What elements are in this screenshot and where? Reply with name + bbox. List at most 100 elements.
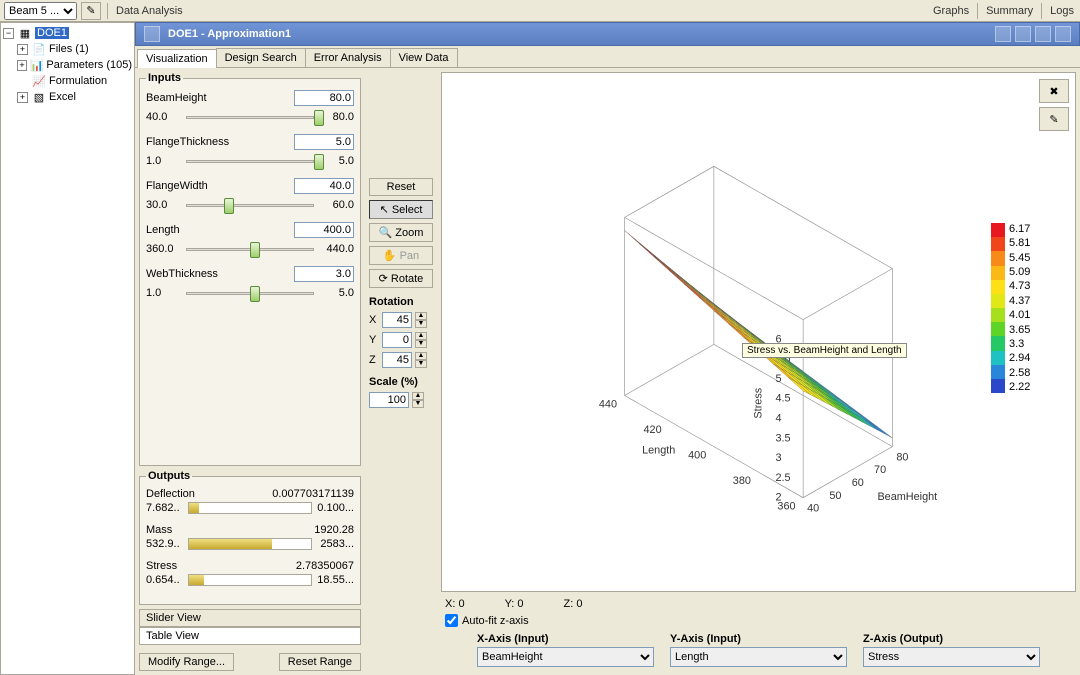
zoom-button[interactable]: 🔍Zoom — [369, 223, 433, 242]
plot-column: ✖ ✎ Stress vs. BeamHeight and Length 22.… — [437, 68, 1080, 675]
tb-logs[interactable]: Logs — [1048, 5, 1076, 17]
tool-icon-2[interactable] — [1015, 26, 1031, 42]
svg-text:360: 360 — [777, 501, 795, 513]
tree-root[interactable]: − ▦ DOE1 — [3, 25, 132, 41]
view-tabs: Slider View Table View — [139, 609, 361, 645]
x-axis-select[interactable]: BeamHeight — [477, 647, 654, 667]
y-axis-label: Y-Axis (Input) — [670, 633, 741, 645]
toolbar-icon[interactable]: ✎ — [81, 2, 101, 20]
autofit-checkbox[interactable] — [445, 614, 458, 627]
tb-summary[interactable]: Summary — [984, 5, 1035, 17]
svg-text:380: 380 — [733, 475, 751, 487]
y-axis-select[interactable]: Length — [670, 647, 847, 667]
tool-icon-3[interactable] — [1035, 26, 1051, 42]
tab-slider-view[interactable]: Slider View — [139, 609, 361, 627]
tb-graphs[interactable]: Graphs — [931, 5, 971, 17]
scale-spinner[interactable]: ▲▼ — [412, 392, 424, 408]
surface-plot[interactable]: ✖ ✎ Stress vs. BeamHeight and Length 22.… — [441, 72, 1076, 592]
zoom-icon: 🔍 — [379, 226, 393, 239]
edit-plot-icon[interactable]: ✎ — [1039, 107, 1069, 131]
input-slider[interactable] — [186, 108, 314, 126]
reset-range-button[interactable]: Reset Range — [279, 653, 361, 671]
rot-z-input[interactable] — [382, 352, 412, 368]
tree-excel[interactable]: + ▧ Excel — [3, 89, 132, 105]
app-toolbar: Beam 5 ... ✎ Data Analysis Graphs Summar… — [0, 0, 1080, 22]
colorbar: 6.175.815.455.094.734.374.013.653.32.942… — [991, 223, 1051, 393]
expand-icon[interactable]: + — [17, 92, 28, 103]
svg-text:Length: Length — [642, 445, 675, 457]
rot-y-spinner[interactable]: ▲▼ — [415, 332, 427, 348]
scale-label: Scale (%) — [369, 376, 433, 388]
svg-text:440: 440 — [599, 398, 617, 410]
tree-params[interactable]: + 📊 Parameters (105) — [3, 57, 132, 73]
collapse-icon[interactable]: − — [3, 28, 14, 39]
select-button[interactable]: ↖Select — [369, 200, 433, 219]
input-name: WebThickness — [146, 268, 218, 280]
main-area: DOE1 - Approximation1 Visualization Desi… — [135, 22, 1080, 675]
outputs-group: Outputs Deflection0.007703171139 7.682..… — [139, 470, 361, 605]
tool-icon-1[interactable] — [995, 26, 1011, 42]
input-slider[interactable] — [186, 240, 314, 258]
input-value[interactable] — [294, 178, 354, 194]
surface-tooltip: Stress vs. BeamHeight and Length — [742, 343, 907, 358]
svg-text:70: 70 — [874, 464, 886, 476]
svg-text:4.5: 4.5 — [775, 393, 790, 405]
excel-icon: ▧ — [31, 90, 47, 104]
autofit-label: Auto-fit z-axis — [462, 615, 529, 627]
rotate-button[interactable]: ⟳Rotate — [369, 269, 433, 288]
output-gauge — [188, 502, 312, 514]
inputs-group: Inputs BeamHeight 40.080.0FlangeThicknes… — [139, 72, 361, 466]
svg-text:2.5: 2.5 — [775, 472, 790, 484]
input-name: FlangeWidth — [146, 180, 208, 192]
svg-text:50: 50 — [829, 490, 841, 502]
x-axis-label: X-Axis (Input) — [477, 633, 549, 645]
scale-input[interactable] — [369, 392, 409, 408]
window-icon — [144, 26, 160, 42]
inputs-legend: Inputs — [146, 72, 183, 84]
reset-button[interactable]: Reset — [369, 178, 433, 196]
z-axis-select[interactable]: Stress — [863, 647, 1040, 667]
tree-files[interactable]: + 📄 Files (1) — [3, 41, 132, 57]
svg-text:5: 5 — [775, 373, 781, 385]
input-value[interactable] — [294, 134, 354, 150]
expand-icon[interactable]: + — [17, 44, 28, 55]
svg-text:80: 80 — [896, 451, 908, 463]
input-value[interactable] — [294, 90, 354, 106]
tab-error-analysis[interactable]: Error Analysis — [305, 48, 391, 67]
tab-view-data[interactable]: View Data — [390, 48, 458, 67]
rot-x-spinner[interactable]: ▲▼ — [415, 312, 427, 328]
tree-formulation[interactable]: 📈 Formulation — [3, 73, 132, 89]
rot-y-input[interactable] — [382, 332, 412, 348]
svg-text:400: 400 — [688, 449, 706, 461]
model-dropdown[interactable]: Beam 5 ... — [4, 2, 77, 20]
tab-visualization[interactable]: Visualization — [137, 49, 217, 68]
window-title: DOE1 - Approximation1 — [168, 28, 291, 40]
io-column: Inputs BeamHeight 40.080.0FlangeThicknes… — [135, 68, 365, 675]
input-slider[interactable] — [186, 152, 314, 170]
rot-x-input[interactable] — [382, 312, 412, 328]
pan-icon: ✋ — [383, 249, 397, 262]
tb-data-analysis[interactable]: Data Analysis — [114, 5, 185, 17]
close-plot-icon[interactable]: ✖ — [1039, 79, 1069, 103]
tool-icon-4[interactable] — [1055, 26, 1071, 42]
input-slider[interactable] — [186, 284, 314, 302]
svg-text:40: 40 — [807, 503, 819, 515]
input-name: Length — [146, 224, 180, 236]
input-value[interactable] — [294, 266, 354, 282]
svg-text:4: 4 — [775, 413, 781, 425]
tab-design-search[interactable]: Design Search — [216, 48, 306, 67]
formulation-icon: 📈 — [31, 74, 47, 88]
expand-icon[interactable]: + — [17, 60, 27, 71]
outputs-legend: Outputs — [146, 470, 192, 482]
input-slider[interactable] — [186, 196, 314, 214]
svg-text:420: 420 — [644, 424, 662, 436]
input-value[interactable] — [294, 222, 354, 238]
output-name: Mass — [146, 524, 172, 536]
output-name: Deflection — [146, 488, 195, 500]
modify-range-button[interactable]: Modify Range... — [139, 653, 234, 671]
svg-text:60: 60 — [852, 477, 864, 489]
rot-z-spinner[interactable]: ▲▼ — [415, 352, 427, 368]
cursor-icon: ↖ — [380, 203, 389, 216]
pan-button: ✋Pan — [369, 246, 433, 265]
tab-table-view[interactable]: Table View — [139, 627, 361, 645]
